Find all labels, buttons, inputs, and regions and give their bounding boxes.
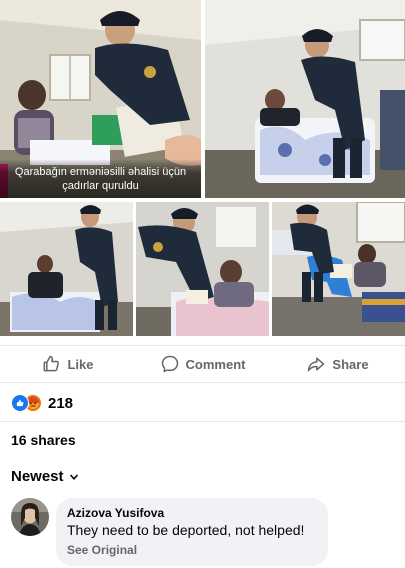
comment-bubble: Azizova Yusifova They need to be deporte… (56, 498, 328, 566)
reaction-count: 218 (48, 394, 74, 412)
comment-item: Azizova Yusifova They need to be deporte… (11, 498, 328, 566)
tent-photo-image (0, 202, 133, 336)
share-count[interactable]: 16 shares (11, 432, 76, 448)
comment-bubble-icon (161, 355, 178, 373)
comment-text: They need to be deported, not helped! (67, 522, 305, 538)
thumbs-up-icon (44, 355, 60, 372)
comment-label: Comment (185, 356, 246, 372)
profile-photo-image (11, 498, 49, 536)
photo-caption-line-2: çadırlar quruldu (62, 180, 139, 192)
like-button[interactable]: Like (0, 354, 135, 374)
post-photo-5[interactable] (272, 202, 405, 336)
photo-grid: Qarabağın erməniəsilli əhalisi üçün çadı… (0, 0, 405, 336)
post-action-bar: Like Comment Share (0, 345, 405, 383)
like-label: Like (67, 356, 94, 372)
share-label: Share (332, 356, 369, 372)
see-original-link[interactable]: See Original (67, 542, 317, 558)
reactions-summary[interactable]: 218 (11, 393, 73, 413)
like-reaction-icon (11, 394, 29, 412)
share-button[interactable]: Share (270, 354, 405, 374)
divider (0, 421, 405, 422)
chevron-down-icon (69, 473, 78, 480)
post-photo-4[interactable] (136, 202, 269, 336)
photo-caption: Qarabağın erməniəsilli əhalisi üçün çadı… (0, 159, 201, 198)
facebook-post: Qarabağın erməniəsilli əhalisi üçün çadı… (0, 0, 405, 568)
post-photo-2[interactable] (205, 0, 405, 198)
tent-photo-image (205, 0, 405, 198)
comment-sort-dropdown[interactable]: Newest (11, 468, 79, 485)
tent-photo-image (136, 202, 269, 336)
sort-label: Newest (11, 468, 64, 485)
comment-author[interactable]: Azizova Yusifova (67, 505, 317, 521)
photo-caption-line-1: Qarabağın erməniəsilli əhalisi üçün (14, 166, 187, 178)
comment-button[interactable]: Comment (135, 354, 270, 374)
post-photo-3[interactable] (0, 202, 133, 336)
avatar[interactable] (11, 498, 49, 536)
post-photo-1[interactable]: Qarabağın erməniəsilli əhalisi üçün çadı… (0, 0, 201, 198)
tent-photo-image (272, 202, 405, 336)
share-arrow-icon (308, 357, 325, 372)
